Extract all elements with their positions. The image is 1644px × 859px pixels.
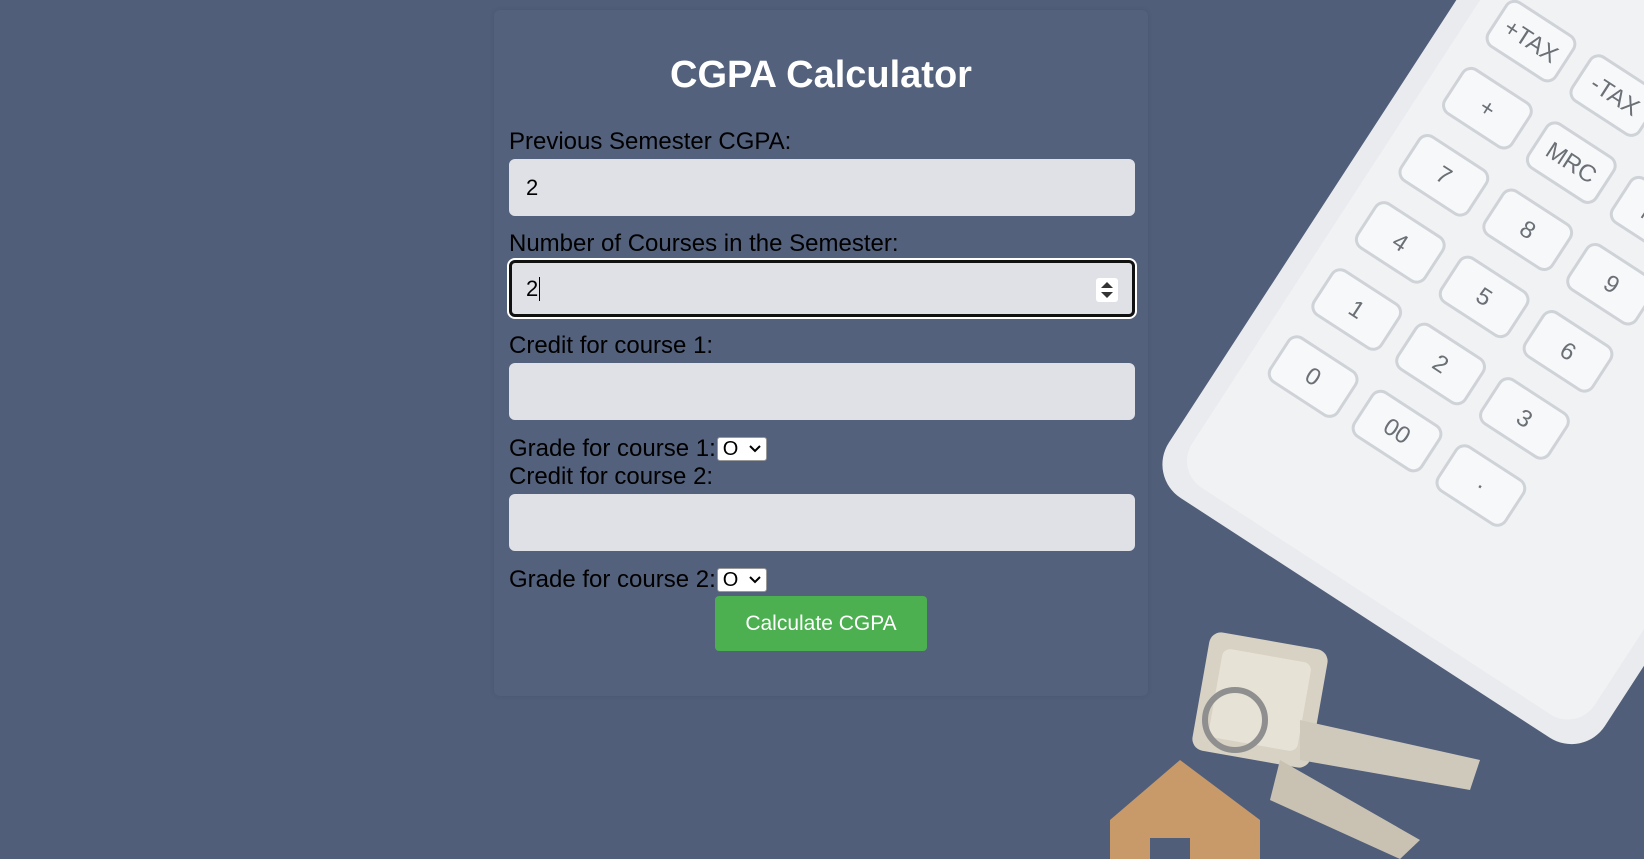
chevron-down-icon — [749, 445, 761, 453]
chevron-down-icon — [749, 576, 761, 584]
grade-course-1-select[interactable]: O — [716, 437, 767, 461]
grade-course-1-row: Grade for course 1: O — [509, 435, 767, 463]
svg-text:1: 1 — [1343, 295, 1369, 325]
num-courses-value: 2 — [526, 275, 539, 301]
svg-text:6: 6 — [1555, 337, 1581, 367]
svg-text:MRC: MRC — [1541, 137, 1602, 189]
svg-text:-TAX: -TAX — [1585, 70, 1644, 121]
num-courses-label: Number of Courses in the Semester: — [509, 230, 899, 257]
grade-course-2-row: Grade for course 2: O — [509, 566, 767, 594]
num-courses-input[interactable]: 2 — [509, 260, 1135, 317]
svg-text:7: 7 — [1431, 161, 1457, 191]
svg-text:3: 3 — [1511, 404, 1537, 434]
grade-course-2-select[interactable]: O — [716, 568, 767, 592]
svg-text:4: 4 — [1387, 228, 1413, 258]
svg-text:M-: M- — [1636, 199, 1644, 237]
previous-cgpa-input[interactable] — [509, 159, 1135, 216]
svg-text:5: 5 — [1471, 282, 1497, 312]
spinner-arrows-icon — [1101, 282, 1113, 298]
svg-text:00: 00 — [1378, 413, 1415, 450]
svg-text:0: 0 — [1300, 362, 1326, 392]
grade-course-1-value: O — [722, 437, 739, 460]
svg-text:9: 9 — [1598, 270, 1624, 300]
svg-text:8: 8 — [1514, 215, 1540, 245]
grade-course-2-value: O — [722, 568, 739, 591]
svg-text:+TAX: +TAX — [1499, 14, 1563, 69]
credit-course-1-input[interactable] — [509, 363, 1135, 420]
number-spinner[interactable] — [1096, 278, 1118, 302]
text-cursor — [539, 276, 541, 301]
calculate-cgpa-button[interactable]: Calculate CGPA — [715, 596, 927, 651]
svg-text:·: · — [1470, 472, 1491, 499]
credit-course-1-label: Credit for course 1: — [509, 332, 714, 359]
previous-cgpa-label: Previous Semester CGPA: — [509, 128, 792, 155]
page-title: CGPA Calculator — [670, 54, 972, 96]
svg-text:+: + — [1474, 93, 1500, 123]
svg-text:2: 2 — [1427, 349, 1453, 379]
grade-course-1-label: Grade for course 1: — [509, 435, 716, 462]
grade-course-2-label: Grade for course 2: — [509, 566, 716, 593]
credit-course-2-label: Credit for course 2: — [509, 463, 714, 490]
credit-course-2-input[interactable] — [509, 494, 1135, 551]
cgpa-form-card: CGPA Calculator Previous Semester CGPA: … — [494, 10, 1148, 696]
